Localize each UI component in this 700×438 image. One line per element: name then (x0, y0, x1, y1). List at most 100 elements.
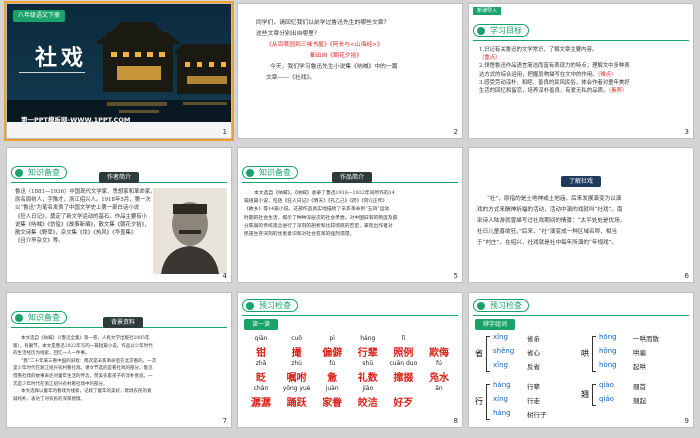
bullet-dot-icon (246, 169, 254, 177)
bg-line-9: 诚纯朴，表达了对农民的深厚感情。 (13, 396, 85, 402)
bg-line-2: 版），有删节。本文是鲁迅1922年写的一篇短篇小说。作品以少年时代 (13, 343, 153, 349)
slide-number: 6 (684, 272, 689, 280)
example-word: 翘起 (633, 397, 646, 405)
slide-number: 2 (453, 128, 458, 136)
vocab-word: 礼数 (357, 373, 378, 384)
polyphone-reading: shěng 省心 (493, 347, 577, 357)
example-word: 行辈 (527, 383, 540, 391)
pinyin-row: qiān cuō pì háng lǐ (244, 335, 456, 344)
goal-1: 1.识记有关鲁迅的文学常识，了解文章主要内容。 (479, 47, 598, 53)
goal-2-cont: 达方式的综合运用，把握景物描写在文中的作用。 (479, 71, 598, 78)
slide-thumbnail-2[interactable]: 同学们，请回忆我们以前学过鲁迅先生的哪些文章？ 这些文章分别出自哪里？ 《从百草… (237, 3, 463, 139)
info-line-5: 于“村庄”。在绍兴，社戏就是社中每年所演的“年规戏”。 (477, 240, 618, 246)
goal-3: 3.感受劳动淳朴、和睦、善良的民风民俗，体会作者对童年美好 (479, 79, 630, 86)
bg-line-8: 本文选择以童年的看戏为线索，记叙了童年的美好，歌颂农民的真 (21, 389, 152, 395)
polyphone-group: 行 háng 行辈 xíng 行走 háng 树行子 (475, 381, 575, 423)
polyphone-reading: hōng 一哄而散 (599, 333, 683, 343)
polyphone-char: 哄 (581, 349, 589, 358)
pinyin: xǐng (493, 361, 508, 369)
vocab-word: 撺掇 (393, 373, 414, 384)
work-line-6: 民族生存深刻的忧患意识和对社会变革的强烈渴望。 (244, 232, 355, 238)
slide-number: 4 (222, 272, 227, 280)
bg-line-4: “我”二十年来三看中国的旧戏：两次是辛亥革命后在北京看的，一次 (21, 358, 157, 364)
pinyin: jiāo (362, 385, 374, 392)
vocab-word: 行辈 (357, 348, 378, 359)
section-divider (242, 315, 458, 316)
vocab-word: 偏僻 (322, 348, 343, 359)
polyphone-group: 省 xǐng 省亲 shěng 省心 xǐng 反省 (475, 333, 575, 375)
brace-icon (592, 336, 596, 372)
goal-3-tag: （素养） (608, 88, 628, 95)
bg-line-5: 是少年时代在浙江绍兴农村看社戏。课文节选的是看社戏的部分。鲁迅 (13, 366, 153, 372)
section-tag: 新课导入 (473, 7, 502, 15)
bg-line-3: 的生活经历为线索，回忆一人一件事。 (13, 351, 90, 357)
section-title-pill: 知识备查 (11, 311, 67, 324)
pinyin-row: zhǎ zhù fú shū cuān duo fú (244, 360, 456, 369)
pinyin: cuō (291, 335, 302, 342)
bullet-dot-icon (15, 169, 23, 177)
goal-1-tag: （重点） (479, 55, 501, 62)
slide-number: 1 (222, 128, 227, 136)
brace-icon (486, 336, 490, 372)
bullet-dot-icon (477, 27, 485, 35)
vocab-word: 潺潺 (251, 398, 271, 409)
goal-3-cont: 生活的回忆和留恋，培养淳朴善良、有爱无私的品质。 (479, 88, 609, 95)
slide-thumbnail-3[interactable]: 新课导入 学习目标 1.识记有关鲁迅的文学常识，了解文章主要内容。 （重点） 2… (468, 3, 694, 139)
example-word: 哄骗 (633, 349, 646, 357)
vocab-grid: qiān cuō pì háng lǐ 钳 撮 偏僻 行辈 照例 欺侮 zhǎ zhù fú shū cuān… (244, 335, 456, 410)
example-word: 省心 (527, 349, 540, 357)
pinyin: yǒng yuè (282, 385, 311, 392)
word-row: 钳 撮 偏僻 行辈 照例 欺侮 (244, 344, 456, 360)
vocab-word: 好歹 (393, 398, 414, 409)
polyphone-group: 哄 hōng 一哄而散 hǒng 哄骗 hòng 起哄 (581, 333, 689, 375)
pinyin: lǐ (401, 335, 406, 342)
slide-thumbnail-4[interactable]: 知识备查 作者简介 鲁迅（1881—1936）中国现代文学家、思想家和革命家。 … (6, 147, 232, 283)
polyphone-group-left: 省 xǐng 省亲 shěng 省心 xǐng 反省行 háng 行辈 xíng 行走 háng 树行子 (475, 333, 575, 423)
pinyin: chǎn (253, 385, 269, 392)
pinyin: hōng (599, 333, 617, 341)
info-line-4: 社日儿童喜欲狂。”后来，“社”演变成一种区域名称，相当 (477, 229, 618, 235)
slide-number: 5 (453, 272, 458, 280)
bullet-dot-icon (15, 314, 23, 322)
word-row: 眨 嘱咐 惫 礼数 撺掇 凫水 (244, 369, 456, 385)
vocab-word: 眨 (256, 373, 266, 384)
pinyin: háng (360, 335, 376, 342)
pinyin-row: chǎn yǒng yuè juàn jiāo ǎn (244, 385, 456, 394)
work-line-5: 分陈腐的传统观念进行了深刻的剖析和比较彻底的否定，表现出作者对 (244, 223, 393, 229)
polyphone-char: 省 (475, 349, 483, 358)
pinyin: fú (436, 360, 442, 367)
pinyin: pì (329, 335, 335, 342)
question-line-2: 这些文章分别出自哪里？ (256, 31, 320, 37)
band-title: 辨字组词 (475, 319, 516, 330)
band-title: 了解社戏 (561, 176, 602, 187)
bg-line-7: 次是少年时代在浙江绍兴农村看社戏中的部分。 (13, 381, 108, 387)
pinyin: zhù (291, 360, 302, 367)
intro-line-1: 今天，我们学习鲁迅先生小说集《呐喊》中的一篇 (270, 64, 398, 70)
work-line-4: 时期的社会生活，揭示了种种深层次的社会矛盾，对中国旧有的制度及部 (244, 215, 398, 221)
band-title: 背景资料 (103, 317, 144, 328)
section-title-pill: 知识备查 (11, 166, 67, 179)
intro-line-2: 文章——《社戏》。 (266, 75, 316, 81)
slide-number: 7 (222, 417, 227, 425)
slide-thumbnail-9[interactable]: 预习检查 辨字组词 省 xǐng 省亲 shěng 省心 xǐng 反省行 háng 行辈 xín… (468, 292, 694, 428)
polyphone-reading: hǒng 哄骗 (599, 347, 683, 357)
goal-2-tag: （难点） (597, 71, 617, 78)
polyphone-reading: xǐng 省亲 (493, 333, 577, 343)
footer-watermark: 第一PPT模板网-WWW.1PPT.COM (21, 116, 131, 124)
slide-thumbnail-6[interactable]: 了解社戏 “社”，原指的是土地神或土地庙。后来发展演变为以演 戏的方式来酬神祈福… (468, 147, 694, 283)
author-line-7: 《且介亭杂文》等。 (15, 238, 64, 245)
slide-number: 9 (684, 417, 689, 425)
pinyin: qiáo (599, 395, 614, 403)
example-word: 反省 (527, 363, 540, 371)
pinyin: zhǎ (255, 360, 267, 367)
slide-thumbnail-8[interactable]: 预习检查 读一读 qiān cuō pì háng lǐ 钳 撮 偏僻 行辈 照例 欺侮 zhǎ zhù… (237, 292, 463, 428)
slide-thumbnail-1[interactable]: 八年级语文下册 社戏 第一PPT模板网-WWW.1PPT.COM 1 (4, 1, 234, 141)
word-row: 潺潺 踊跃 家眷 皎洁 好歹 (244, 394, 456, 410)
vocab-word: 撮 (291, 348, 302, 359)
pinyin: háng (493, 409, 511, 417)
work-line-2: 篇短篇小说，包括《狂人日记》《明天》《孔乙己》《药》《阿Q正传》 (244, 199, 388, 205)
slide-thumbnail-7[interactable]: 知识备查 背景资料 本文选自《呐喊》（《鲁迅全集》第一卷，人民文学出版社2005… (6, 292, 232, 428)
question-line-1: 同学们，请回忆我们以前学过鲁迅先生的哪些文章？ (256, 20, 390, 26)
bullet-dot-icon (477, 302, 485, 310)
slide-thumbnail-5[interactable]: 知识备查 作品简介 本文选自《呐喊》。《呐喊》收录了鲁迅1918—1922年间所… (237, 147, 463, 283)
